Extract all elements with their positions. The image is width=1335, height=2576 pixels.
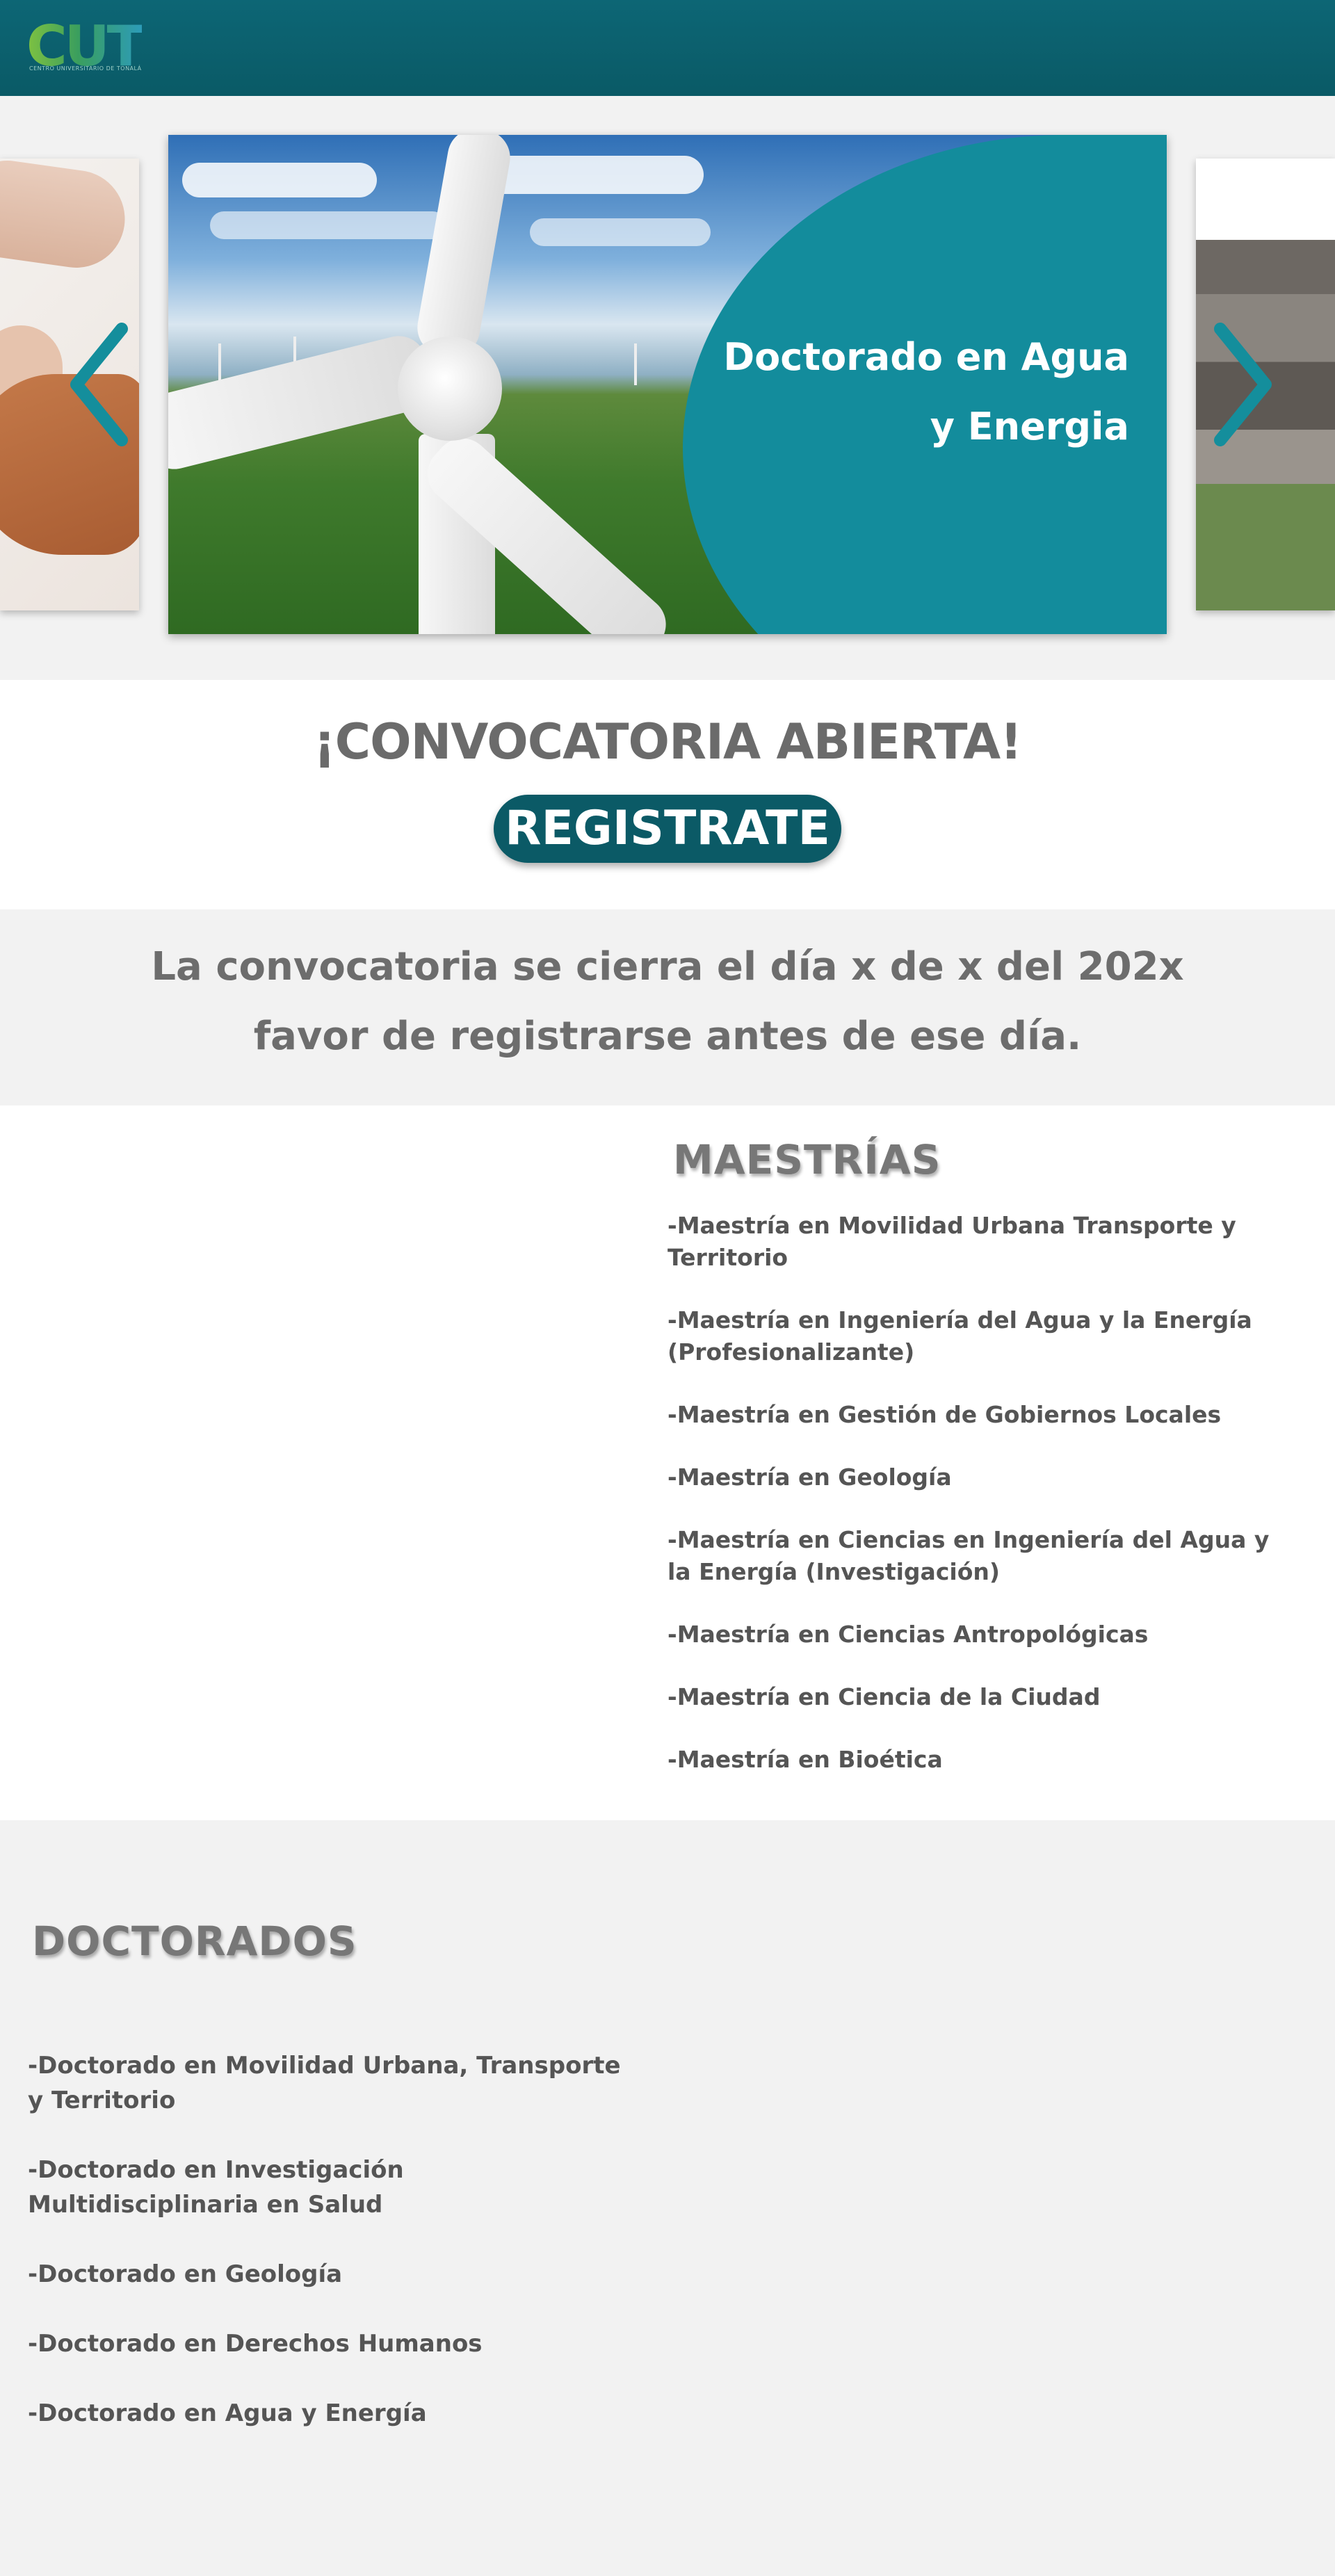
top-header: CUT CENTRO UNIVERSITARIO DE TONALÁ: [0, 0, 1335, 96]
deadline-line-2: favor de registrarse antes de ese día.: [253, 1014, 1082, 1059]
maestria-item[interactable]: -Maestría en Movilidad Urbana Transporte…: [668, 1210, 1279, 1274]
maestrias-heading: MAESTRÍAS: [673, 1136, 941, 1183]
carousel-next-button[interactable]: [1213, 322, 1276, 447]
maestria-item[interactable]: -Maestría en Ciencia de la Ciudad: [668, 1681, 1279, 1713]
chevron-left-icon: [70, 323, 128, 446]
logo-subtext: CENTRO UNIVERSITARIO DE TONALÁ: [29, 65, 142, 72]
doctorados-list: -Doctorado en Movilidad Urbana, Transpor…: [28, 2048, 640, 2465]
deadline-line-1: La convocatoria se cierra el día x de x …: [151, 944, 1184, 989]
maestrias-list: -Maestría en Movilidad Urbana Transporte…: [668, 1210, 1279, 1806]
doctorado-item[interactable]: -Doctorado en Investigación Multidiscipl…: [28, 2153, 640, 2222]
doctorado-item[interactable]: -Doctorado en Geología: [28, 2257, 640, 2292]
slide-title: Doctorado en Agua y Energia: [723, 335, 1129, 448]
maestria-item[interactable]: -Maestría en Bioética: [668, 1744, 1279, 1776]
hero-carousel: Doctorado en Agua y Energia: [0, 96, 1335, 680]
maestria-item[interactable]: -Maestría en Ingeniería del Agua y la En…: [668, 1304, 1279, 1368]
maestrias-section: MAESTRÍAS -Maestría en Movilidad Urbana …: [0, 1105, 1335, 1820]
site-logo[interactable]: CUT CENTRO UNIVERSITARIO DE TONALÁ: [26, 15, 176, 78]
doctorado-item[interactable]: -Doctorado en Movilidad Urbana, Transpor…: [28, 2048, 640, 2118]
maestria-item[interactable]: -Maestría en Geología: [668, 1461, 1279, 1493]
convocatoria-section: ¡CONVOCATORIA ABIERTA! REGISTRATE: [0, 680, 1335, 909]
doctorado-item[interactable]: -Doctorado en Derechos Humanos: [28, 2326, 640, 2361]
maestria-item[interactable]: -Maestría en Gestión de Gobiernos Locale…: [668, 1399, 1279, 1431]
deadline-notice: La convocatoria se cierra el día x de x …: [0, 909, 1335, 1105]
turbine-hub: [398, 337, 502, 441]
maestria-item[interactable]: -Maestría en Ciencias en Ingeniería del …: [668, 1524, 1279, 1588]
register-button[interactable]: REGISTRATE: [494, 795, 841, 863]
doctorado-item[interactable]: -Doctorado en Agua y Energía: [28, 2396, 640, 2431]
carousel-prev-button[interactable]: [66, 322, 129, 447]
maestria-item[interactable]: -Maestría en Ciencias Antropológicas: [668, 1619, 1279, 1651]
carousel-slide-active[interactable]: Doctorado en Agua y Energia: [168, 135, 1167, 634]
doctorados-section: DOCTORADOS -Doctorado en Movilidad Urban…: [0, 1820, 1335, 2576]
chevron-right-icon: [1214, 323, 1272, 446]
convocatoria-title: ¡CONVOCATORIA ABIERTA!: [313, 713, 1022, 770]
doctorados-heading: DOCTORADOS: [32, 1918, 357, 1965]
